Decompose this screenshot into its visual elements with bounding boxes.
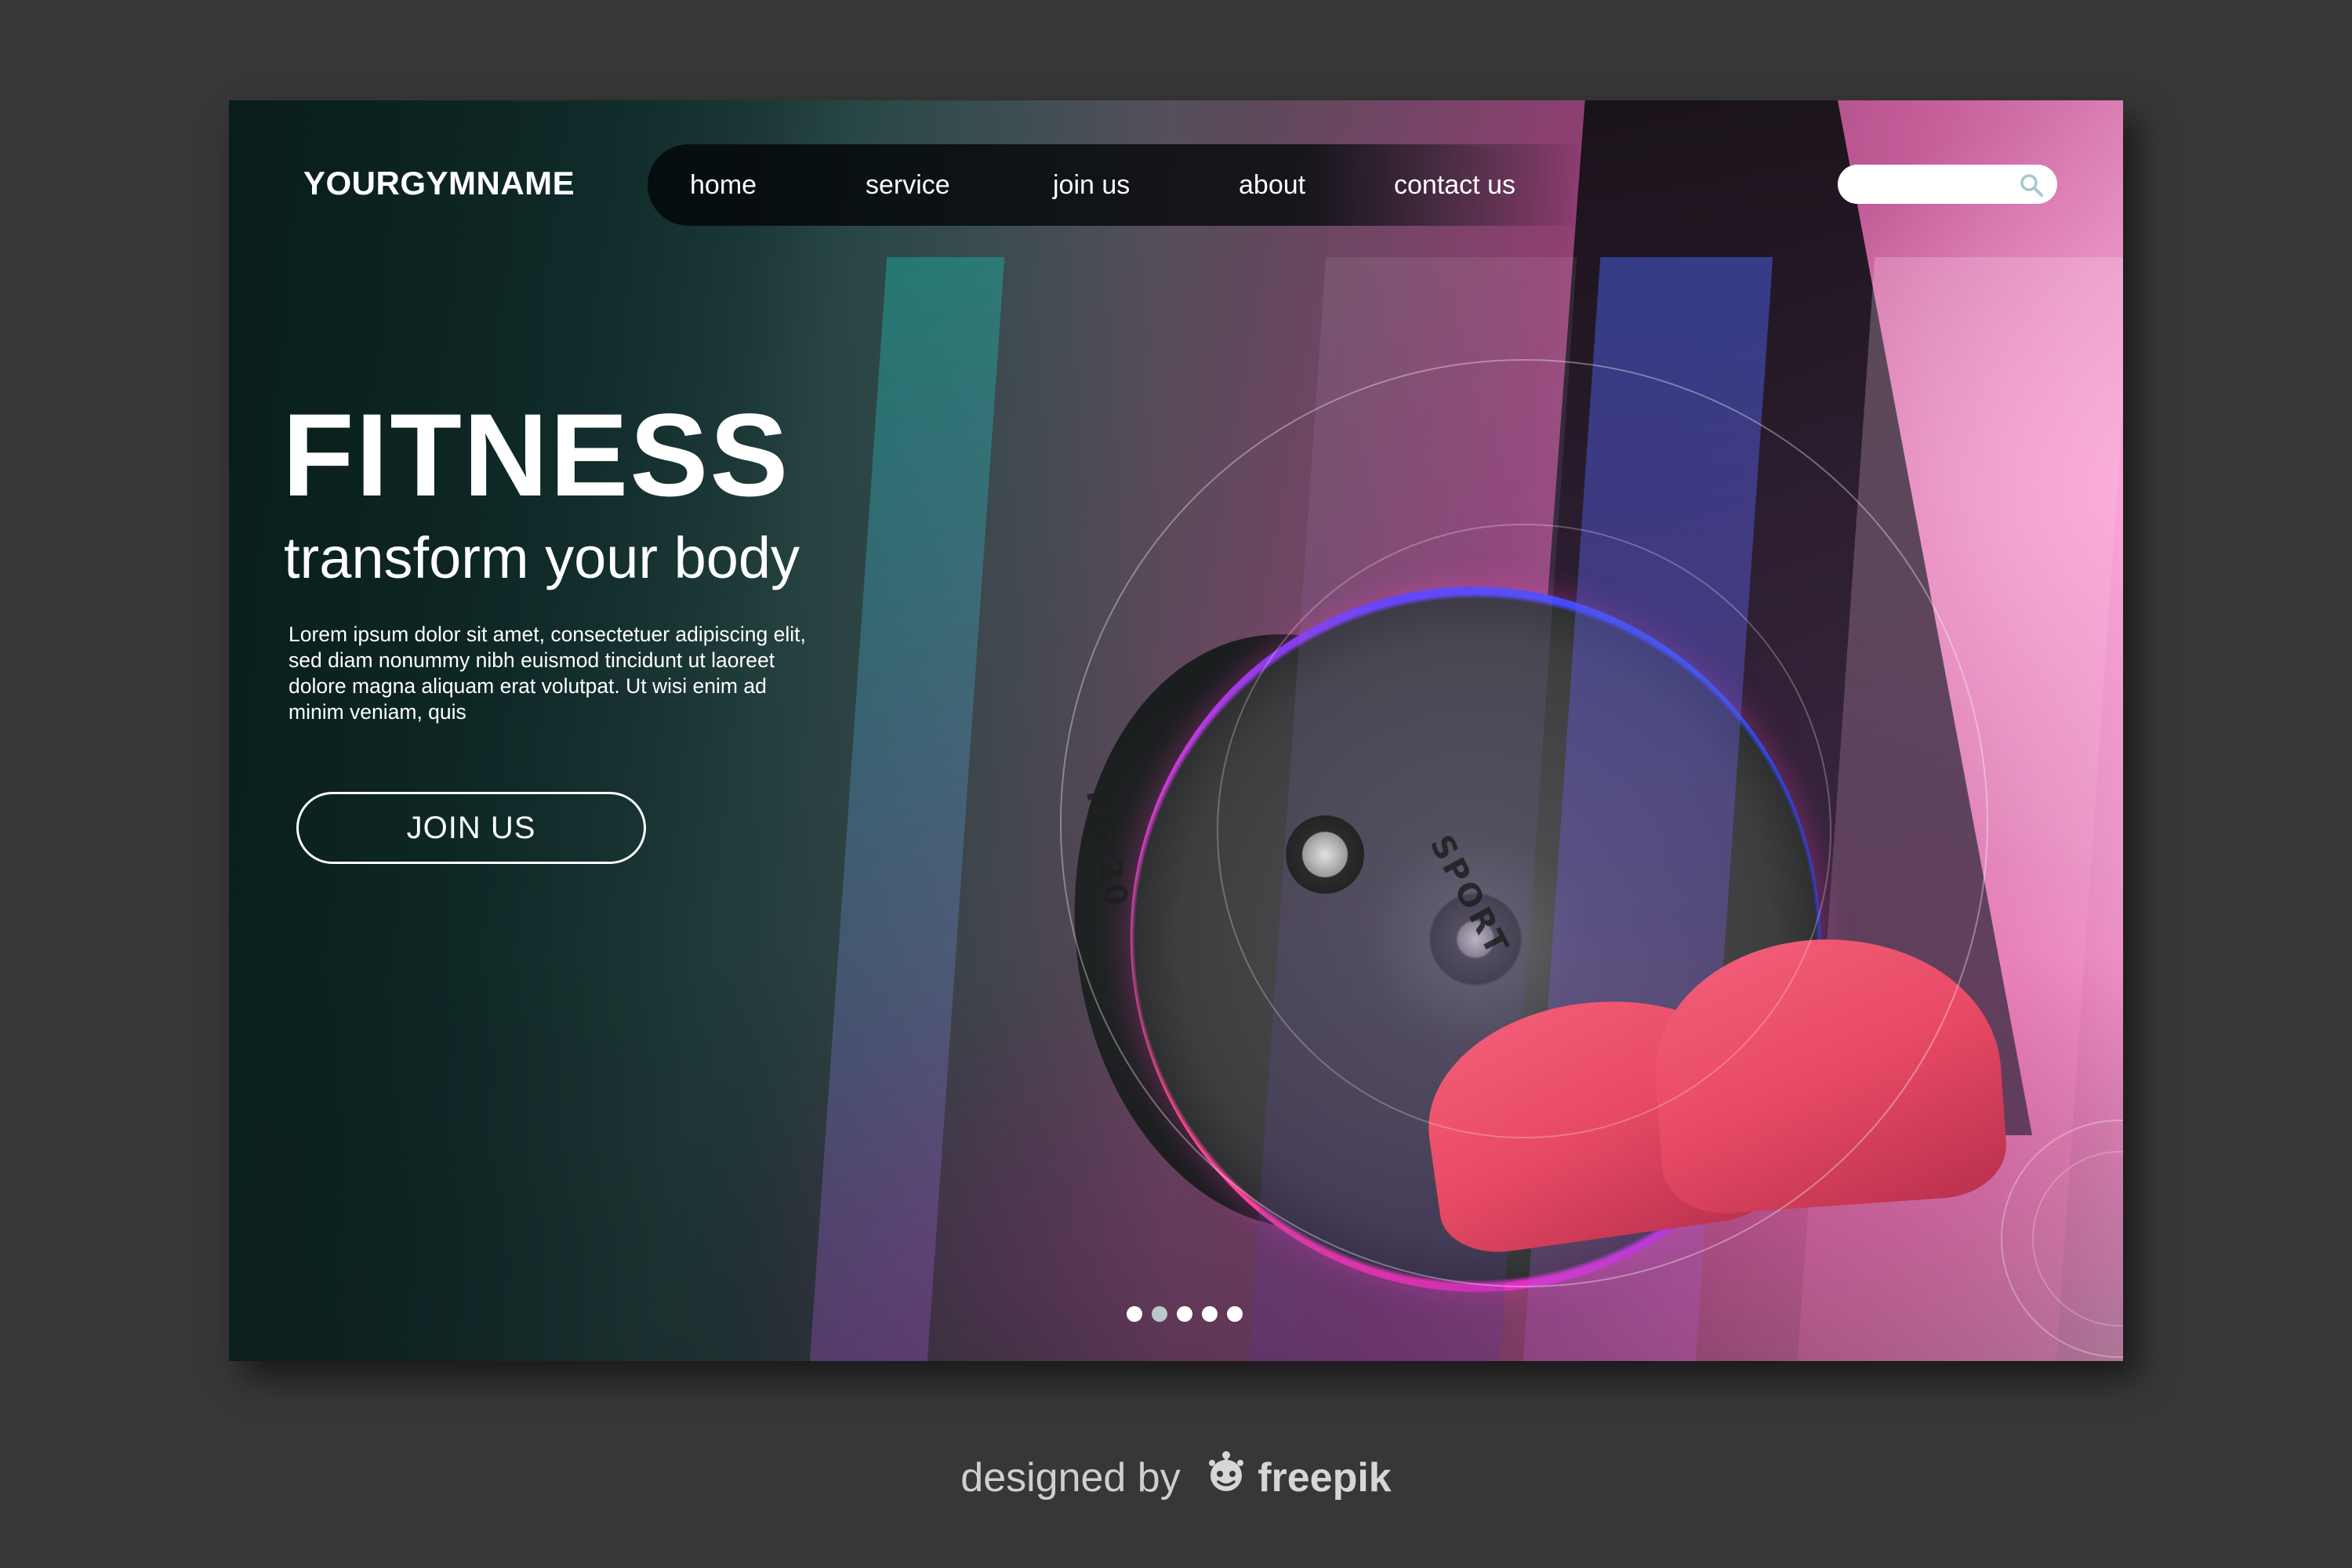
freepik-logo-icon — [1209, 1451, 1244, 1491]
carousel-dot-active[interactable] — [1152, 1306, 1167, 1322]
carousel-dot[interactable] — [1177, 1306, 1192, 1322]
nav-service[interactable]: service — [866, 144, 950, 226]
nav-home[interactable]: home — [690, 144, 757, 226]
carousel-dot[interactable] — [1227, 1306, 1243, 1322]
nav-contact-us[interactable]: contact us — [1394, 144, 1515, 226]
designer-credit: designed by freepik — [0, 1449, 2352, 1501]
carousel-dot[interactable] — [1127, 1306, 1142, 1322]
nav-about[interactable]: about — [1239, 144, 1305, 226]
hero-subtitle: transform your body — [284, 525, 800, 590]
nav-join-us[interactable]: join us — [1053, 144, 1130, 226]
hero-title: FITNESS — [282, 389, 790, 521]
carousel-indicators — [1127, 1306, 1243, 1322]
hero-description: Lorem ipsum dolor sit amet, consectetuer… — [289, 622, 806, 724]
plate-center-hole — [1286, 815, 1364, 894]
carousel-dot[interactable] — [1202, 1306, 1218, 1322]
credit-brand[interactable]: freepik — [1258, 1455, 1392, 1501]
left-dark-overlay — [229, 100, 1170, 1361]
gym-logo[interactable]: YOURGYMNAME — [303, 165, 575, 202]
search-icon[interactable] — [2017, 171, 2045, 199]
main-navigation: home service join us about contact us — [648, 144, 1588, 226]
join-us-button[interactable]: JOIN US — [296, 792, 646, 864]
credit-prefix: designed by — [960, 1455, 1181, 1501]
landing-page-card — [229, 100, 2123, 1361]
